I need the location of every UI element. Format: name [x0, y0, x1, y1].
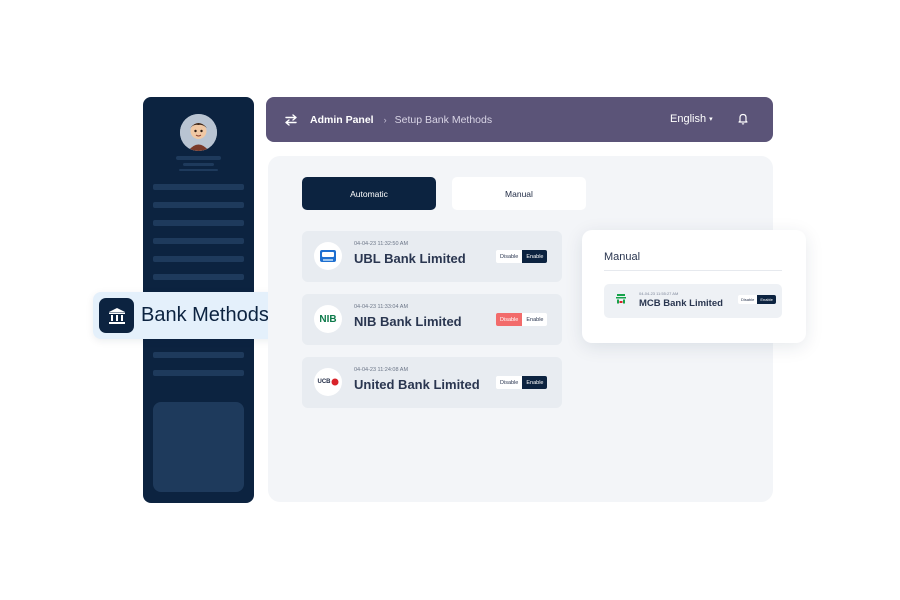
bell-icon[interactable] — [737, 112, 749, 125]
sidebar-card-placeholder — [153, 402, 244, 492]
bank-name: MCB Bank Limited — [639, 298, 723, 309]
sidebar-item-placeholder[interactable] — [153, 220, 244, 226]
bank-name: UBL Bank Limited — [354, 251, 466, 266]
language-label: English — [670, 113, 707, 125]
disable-button[interactable]: Disable — [738, 295, 758, 304]
bank-name: United Bank Limited — [354, 377, 480, 392]
sidebar-item-bank-methods[interactable]: Bank Methods — [93, 292, 286, 339]
ubl-logo-icon — [314, 242, 342, 270]
sidebar-item-placeholder[interactable] — [153, 256, 244, 262]
sidebar-item-placeholder[interactable] — [153, 202, 244, 208]
bank-timestamp: 04-04-23 11:33:04 AM — [354, 304, 409, 310]
bank-row: 04-04-23 11:55:27 AM MCB Bank Limited Di… — [604, 284, 782, 318]
bank-row: 04-04-23 11:32:50 AM UBL Bank Limited Di… — [302, 231, 562, 282]
user-avatar[interactable] — [180, 114, 217, 151]
status-toggle: Disable Enable — [738, 295, 776, 304]
disable-button[interactable]: Disable — [496, 376, 523, 389]
bank-row: UCB 04-04-23 11:24:08 AM United Bank Lim… — [302, 357, 562, 408]
bank-timestamp: 04-04-23 11:55:27 AM — [639, 291, 679, 296]
mcb-logo-icon — [616, 294, 626, 304]
disable-button[interactable]: Disable — [496, 250, 523, 263]
enable-button[interactable]: Enable — [522, 250, 548, 263]
tab-manual[interactable]: Manual — [452, 177, 586, 210]
status-toggle: Disable Enable — [496, 250, 548, 263]
bank-logo-text: UCB — [317, 379, 331, 385]
divider — [604, 270, 782, 271]
nib-logo-icon: NIB — [314, 305, 342, 333]
profile-role-placeholder — [183, 163, 214, 166]
bank-logo-text: NIB — [319, 313, 337, 325]
ucb-mark-icon — [331, 378, 338, 386]
breadcrumb-root[interactable]: Admin Panel — [310, 114, 374, 126]
profile-name-placeholder — [176, 156, 221, 160]
top-bar: Admin Panel › Setup Bank Methods English… — [266, 97, 773, 142]
enable-button[interactable]: Enable — [522, 376, 548, 389]
bank-name: NIB Bank Limited — [354, 314, 462, 329]
sidebar-item-placeholder[interactable] — [153, 352, 244, 358]
status-toggle: Disable Enable — [496, 313, 548, 326]
sidebar-item-label: Bank Methods — [141, 304, 269, 326]
bank-icon — [99, 298, 134, 333]
enable-button[interactable]: Enable — [522, 313, 548, 326]
bank-timestamp: 04-04-23 11:24:08 AM — [354, 367, 409, 373]
status-toggle: Disable Enable — [496, 376, 548, 389]
sidebar-item-placeholder[interactable] — [153, 370, 244, 376]
enable-button[interactable]: Enable — [757, 295, 776, 304]
swap-icon[interactable] — [284, 113, 298, 127]
breadcrumb-separator: › — [383, 114, 387, 125]
chevron-down-icon: ▾ — [709, 116, 713, 123]
breadcrumb-current: Setup Bank Methods — [394, 113, 493, 126]
disable-button[interactable]: Disable — [496, 313, 523, 326]
sidebar-item-placeholder[interactable] — [153, 274, 244, 280]
card-title: Manual — [604, 251, 641, 263]
language-selector[interactable]: English ▾ — [670, 113, 713, 125]
profile-extra-placeholder — [179, 169, 218, 171]
sidebar-item-placeholder[interactable] — [153, 184, 244, 190]
sidebar-item-placeholder[interactable] — [153, 238, 244, 244]
tab-automatic[interactable]: Automatic — [302, 177, 436, 210]
ucb-logo-icon: UCB — [314, 368, 342, 396]
bank-timestamp: 04-04-23 11:32:50 AM — [354, 241, 409, 247]
manual-methods-card: Manual 04-04-23 11:55:27 AM MCB Bank Lim… — [582, 230, 806, 343]
bank-row: NIB 04-04-23 11:33:04 AM NIB Bank Limite… — [302, 294, 562, 345]
